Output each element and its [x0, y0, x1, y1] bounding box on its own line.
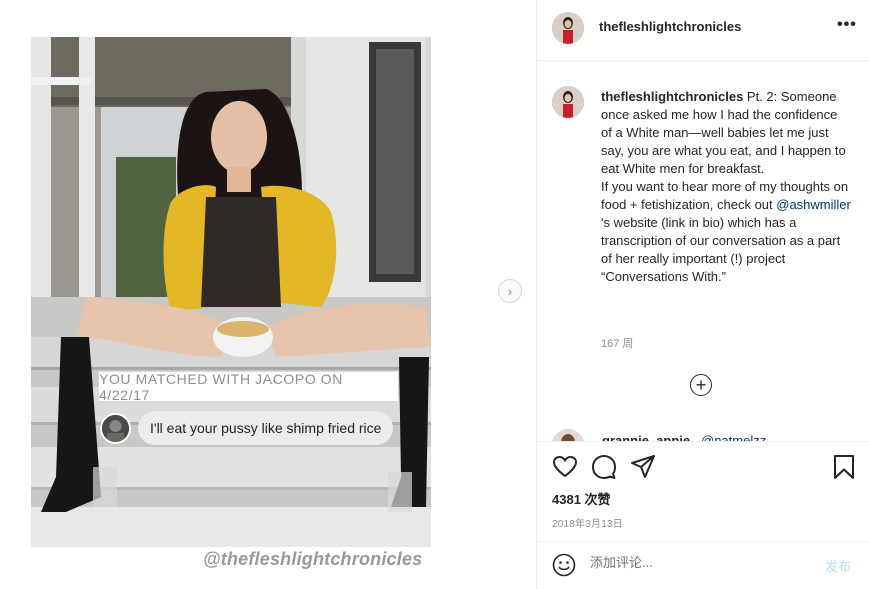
- comment-text: grannie_annie_ @natmelzz: [602, 433, 766, 441]
- caption-text: thefleshlightchronicles Pt. 2: Someone o…: [601, 88, 851, 286]
- photo-illustration: [31, 37, 431, 547]
- post-photo[interactable]: [31, 37, 431, 547]
- comment-bar: 发布: [537, 541, 869, 589]
- chat-bubble: I'll eat your pussy like shimp fried ric…: [138, 411, 394, 445]
- comment-input[interactable]: [590, 555, 810, 570]
- post-sidebar: thefleshlightchronicles ••• thefleshligh…: [536, 0, 869, 589]
- heart-icon[interactable]: [552, 454, 578, 480]
- post-date: 2018年3月13日: [552, 519, 623, 530]
- watermark-text: @thefleshlightchronicles: [203, 549, 423, 569]
- smiley-icon[interactable]: [552, 553, 576, 577]
- commenter-username[interactable]: grannie_annie_: [602, 433, 697, 441]
- media-area: YOU MATCHED WITH JACOPO ON 4/22/17 I'll …: [0, 0, 536, 589]
- chevron-right-icon: ›: [507, 283, 513, 299]
- comment-mention-link[interactable]: @natmelzz: [701, 433, 766, 441]
- caption-avatar[interactable]: [552, 86, 584, 118]
- chat-message-row: I'll eat your pussy like shimp fried ric…: [100, 408, 394, 448]
- likes-count[interactable]: 4381 次赞: [552, 489, 611, 508]
- share-icon[interactable]: [630, 454, 656, 480]
- author-username[interactable]: thefleshlightchronicles: [599, 19, 741, 34]
- chat-avatar: [100, 412, 131, 444]
- caption-timestamp: 167 周: [601, 338, 634, 350]
- bookmark-icon[interactable]: [831, 454, 857, 480]
- comment-icon[interactable]: [591, 454, 617, 480]
- more-options-icon[interactable]: •••: [837, 16, 857, 34]
- post-comment-button[interactable]: 发布: [825, 556, 851, 575]
- commenter-avatar-image: [552, 429, 584, 441]
- post-header: thefleshlightchronicles •••: [537, 0, 869, 61]
- caption-body-3: 's website (link in bio) which has a tra…: [601, 215, 841, 284]
- commenter-avatar[interactable]: [552, 429, 584, 441]
- action-bar: 4381 次赞 2018年3月13日: [537, 441, 869, 542]
- caption-mention-link[interactable]: @ashwmiller: [776, 197, 851, 212]
- caption-avatar-image: [552, 86, 584, 118]
- caption-username[interactable]: thefleshlightchronicles: [601, 89, 743, 104]
- caption-area: thefleshlightchronicles Pt. 2: Someone o…: [537, 61, 869, 441]
- plus-glyph: +: [695, 375, 707, 395]
- match-banner: YOU MATCHED WITH JACOPO ON 4/22/17: [98, 371, 399, 403]
- load-more-comments-icon[interactable]: +: [690, 374, 712, 396]
- chat-avatar-image: [102, 414, 129, 442]
- next-image-button[interactable]: ›: [498, 279, 522, 303]
- author-avatar[interactable]: [552, 12, 584, 44]
- author-avatar-image: [552, 12, 584, 44]
- comment-item: grannie_annie_ @natmelzz: [552, 429, 766, 441]
